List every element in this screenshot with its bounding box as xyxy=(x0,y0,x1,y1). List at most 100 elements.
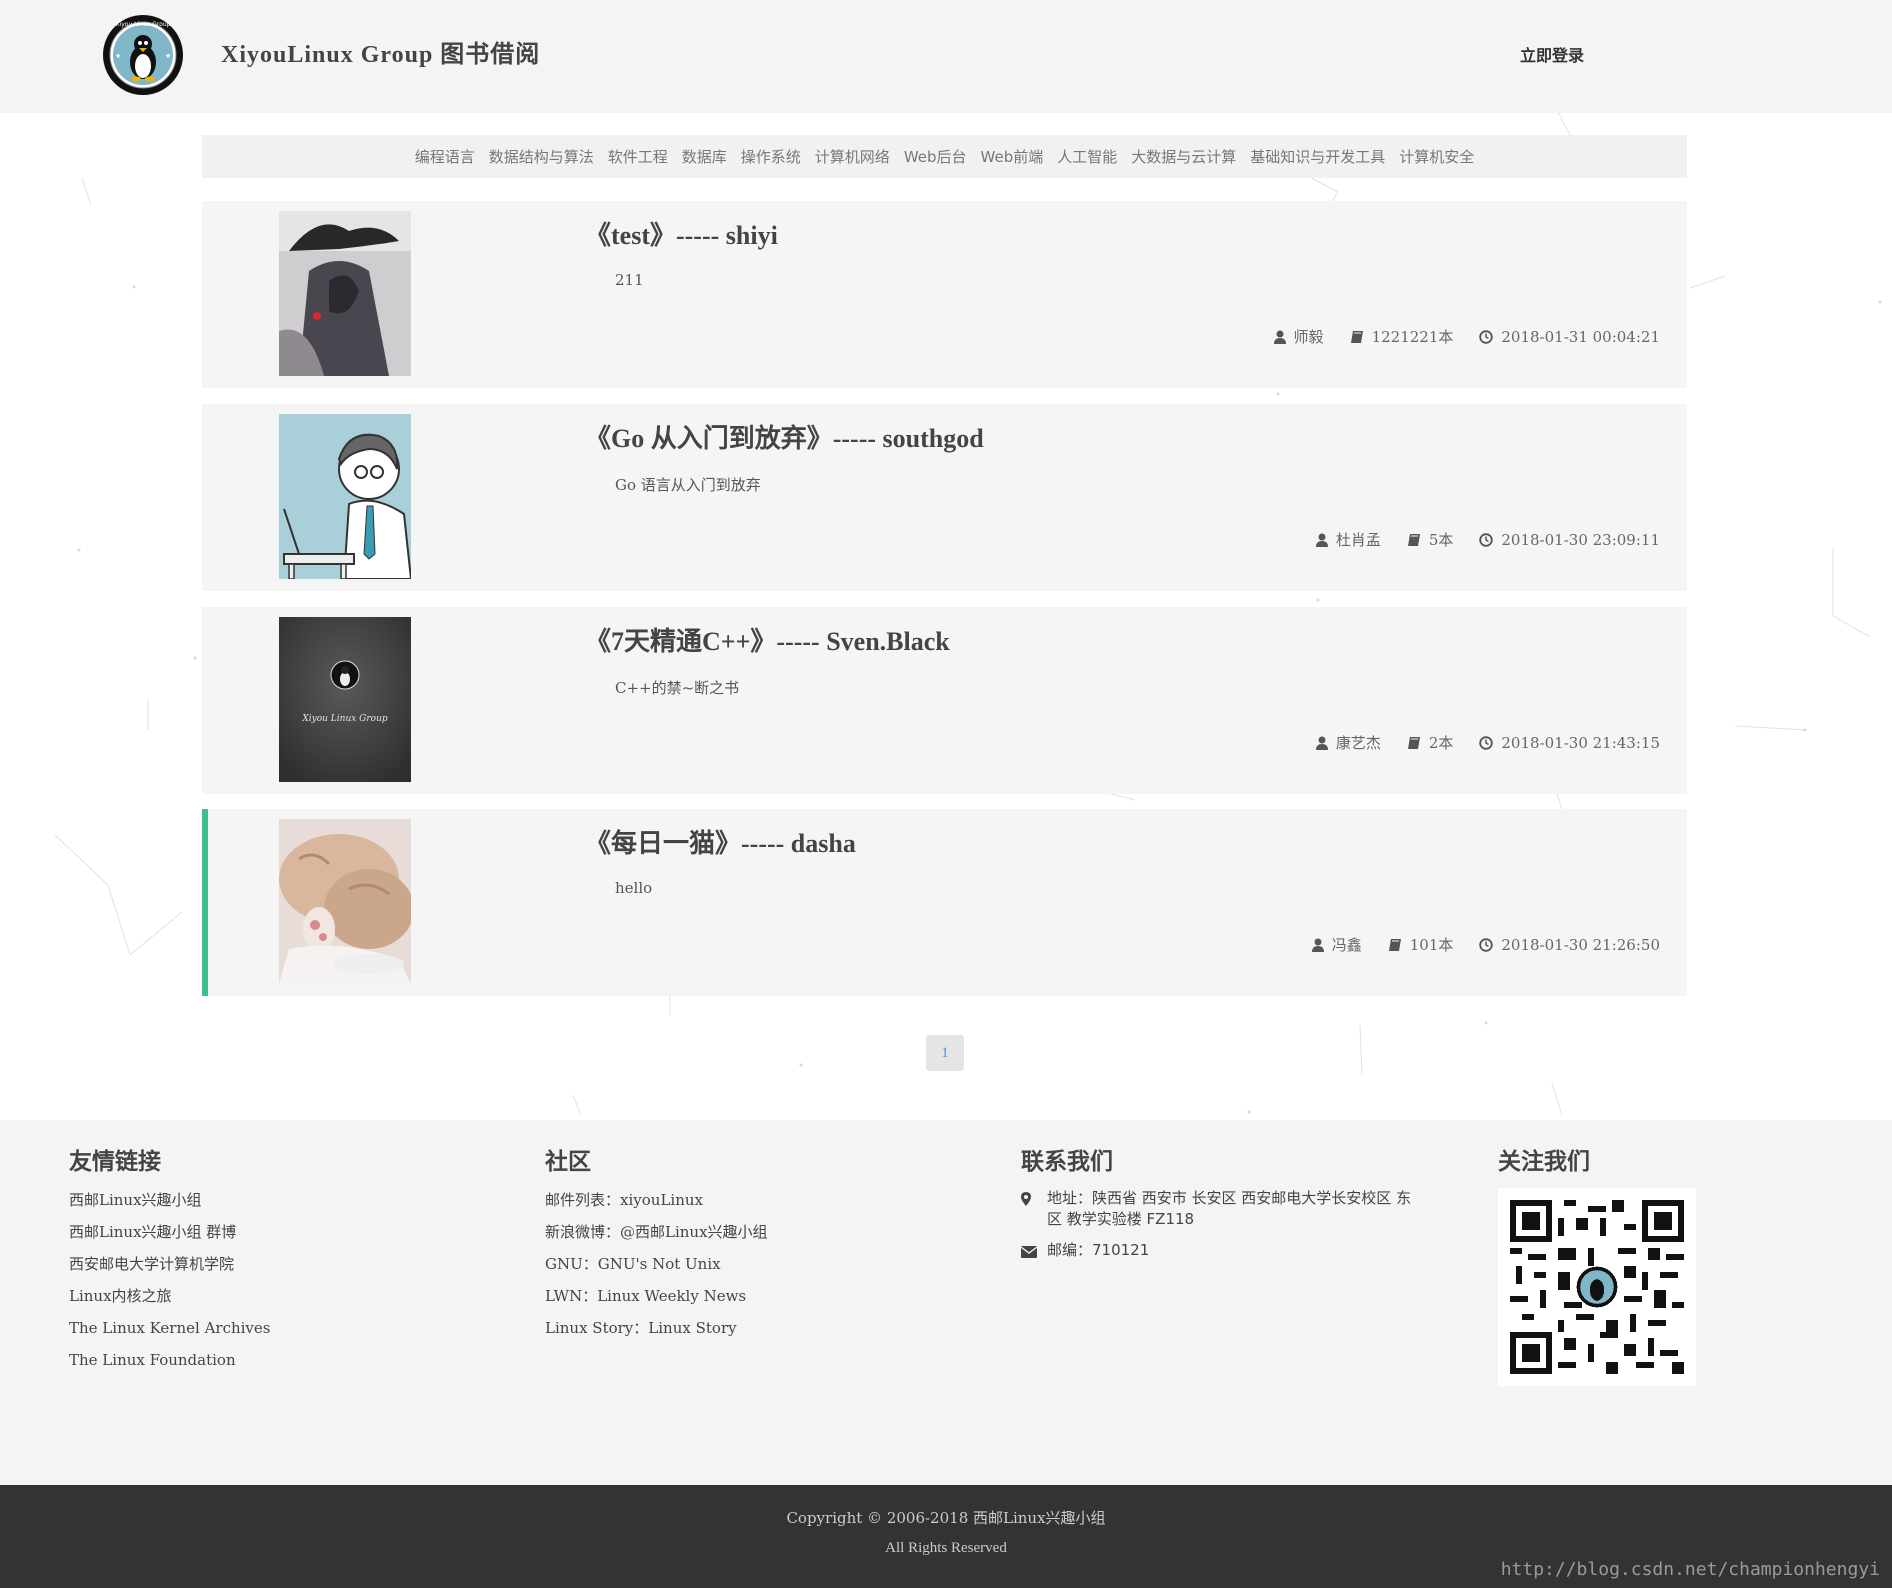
book-title[interactable]: 《Go 从入门到放弃》----- southgod xyxy=(585,418,984,455)
book-cover-image[interactable] xyxy=(279,414,411,579)
book-icon xyxy=(1350,330,1363,343)
contact-address: 地址：陕西省 西安市 长安区 西安邮电大学长安校区 东区 教学实验楼 FZ118 xyxy=(1047,1189,1412,1228)
footer-contact-heading: 联系我们 xyxy=(1021,1149,1113,1175)
category-database[interactable]: 数据库 xyxy=(682,146,727,167)
qr-code xyxy=(1498,1188,1696,1386)
book-icon xyxy=(1407,533,1420,546)
page-1-button[interactable]: 1 xyxy=(926,1035,964,1071)
book-cover-image[interactable] xyxy=(279,211,411,376)
book-time: 2018-01-30 23:09:11 xyxy=(1501,530,1660,549)
community-link[interactable]: Linux Weekly News xyxy=(597,1287,746,1305)
category-programming-languages[interactable]: 编程语言 xyxy=(415,146,475,167)
friend-link[interactable]: Linux内核之旅 xyxy=(69,1284,270,1316)
category-networking[interactable]: 计算机网络 xyxy=(815,146,890,167)
xiyou-linux-logo[interactable]: Xiyou Linux Group ★ ★ xyxy=(102,14,184,96)
footer-follow-heading: 关注我们 xyxy=(1498,1149,1590,1175)
book-meta: 冯鑫 101本 2018-01-30 21:26:50 xyxy=(1311,934,1660,955)
footer-community-heading: 社区 xyxy=(545,1149,591,1175)
copyright-bar: Copyright © 2006-2018 西邮Linux兴趣小组 All Ri… xyxy=(0,1485,1892,1588)
site-title[interactable]: XiyouLinux Group 图书借阅 xyxy=(221,34,540,69)
book-meta: 师毅 1221221本 2018-01-31 00:04:21 xyxy=(1273,326,1660,347)
user-icon xyxy=(1315,533,1328,547)
envelope-icon xyxy=(1020,1240,1047,1264)
category-data-structures[interactable]: 数据结构与算法 xyxy=(489,146,594,167)
category-software-engineering[interactable]: 软件工程 xyxy=(608,146,668,167)
footer-friends-heading: 友情链接 xyxy=(69,1149,161,1175)
community-link[interactable]: @西邮Linux兴趣小组 xyxy=(620,1223,768,1241)
category-fundamentals-tools[interactable]: 基础知识与开发工具 xyxy=(1250,146,1385,167)
site-header: Xiyou Linux Group ★ ★ XiyouLinux Group 图… xyxy=(0,0,1892,113)
book-meta: 康艺杰 2本 2018-01-30 21:43:15 xyxy=(1315,732,1660,753)
rights-text: All Rights Reserved xyxy=(885,1540,1007,1556)
friend-link[interactable]: 西邮Linux兴趣小组 xyxy=(69,1188,270,1220)
community-item: Linux Story：Linux Story xyxy=(545,1319,737,1337)
book-count: 1221221本 xyxy=(1371,328,1454,346)
clock-icon xyxy=(1479,735,1494,750)
category-security[interactable]: 计算机安全 xyxy=(1399,146,1474,167)
category-web-backend[interactable]: Web后台 xyxy=(904,146,967,167)
community-link[interactable]: GNU's Not Unix xyxy=(598,1255,721,1273)
book-card[interactable]: Xiyou Linux Group 《7天精通C++》----- Sven.Bl… xyxy=(202,607,1687,794)
book-count: 101本 xyxy=(1409,936,1454,954)
book-cover-image[interactable]: Xiyou Linux Group xyxy=(279,617,411,782)
user-icon xyxy=(1273,330,1286,344)
category-big-data-cloud[interactable]: 大数据与云计算 xyxy=(1131,146,1236,167)
user-icon xyxy=(1311,938,1324,952)
user-icon xyxy=(1315,736,1328,750)
svg-text:★: ★ xyxy=(165,52,171,60)
login-button[interactable]: 立即登录 xyxy=(1520,42,1584,66)
book-cover-image[interactable] xyxy=(279,819,411,984)
book-count: 2本 xyxy=(1428,734,1454,752)
community-item: 新浪微博：@西邮Linux兴趣小组 xyxy=(545,1223,768,1241)
category-ai[interactable]: 人工智能 xyxy=(1057,146,1117,167)
book-description: hello xyxy=(615,879,653,897)
copyright-text: Copyright © 2006-2018 西邮Linux兴趣小组 xyxy=(786,1509,1106,1527)
community-item: GNU：GNU's Not Unix xyxy=(545,1255,721,1273)
category-operating-systems[interactable]: 操作系统 xyxy=(741,146,801,167)
site-footer: 友情链接 西邮Linux兴趣小组 西邮Linux兴趣小组 群博 西安邮电大学计算… xyxy=(0,1120,1892,1485)
footer-contact: 联系我们 地址：陕西省 西安市 长安区 西安邮电大学长安校区 东区 教学实验楼 … xyxy=(1020,1142,1421,1264)
category-nav: 编程语言 数据结构与算法 软件工程 数据库 操作系统 计算机网络 Web后台 W… xyxy=(202,135,1687,178)
clock-icon xyxy=(1479,532,1494,547)
community-link[interactable]: xiyouLinux xyxy=(620,1191,703,1209)
book-owner: 师毅 xyxy=(1293,328,1324,346)
book-card[interactable]: 《test》----- shiyi 211 师毅 1221221本 2018-0… xyxy=(202,201,1687,388)
book-time: 2018-01-30 21:43:15 xyxy=(1501,733,1660,752)
clock-icon xyxy=(1479,937,1494,952)
book-count: 5本 xyxy=(1428,531,1454,549)
book-title[interactable]: 《每日一猫》----- dasha xyxy=(585,823,856,860)
footer-community: 社区 邮件列表：xiyouLinux 新浪微博：@西邮Linux兴趣小组 GNU… xyxy=(545,1142,768,1348)
svg-text:Xiyou Linux Group: Xiyou Linux Group xyxy=(115,21,170,28)
book-icon xyxy=(1388,938,1401,951)
book-meta: 杜肖孟 5本 2018-01-30 23:09:11 xyxy=(1315,529,1660,550)
footer-friends: 友情链接 西邮Linux兴趣小组 西邮Linux兴趣小组 群博 西安邮电大学计算… xyxy=(69,1142,270,1380)
friend-link[interactable]: 西邮Linux兴趣小组 群博 xyxy=(69,1220,270,1252)
book-card[interactable]: 《每日一猫》----- dasha hello 冯鑫 101本 2018-01-… xyxy=(202,809,1687,996)
map-marker-icon xyxy=(1021,1188,1047,1230)
category-web-frontend[interactable]: Web前端 xyxy=(981,146,1044,167)
book-owner: 杜肖孟 xyxy=(1335,531,1381,549)
book-description: Go 语言从入门到放弃 xyxy=(615,476,761,494)
community-item: 邮件列表：xiyouLinux xyxy=(545,1191,703,1209)
book-description: 211 xyxy=(615,271,644,289)
svg-text:Xiyou Linux Group: Xiyou Linux Group xyxy=(301,714,388,724)
footer-follow: 关注我们 xyxy=(1498,1142,1696,1386)
book-title[interactable]: 《7天精通C++》----- Sven.Black xyxy=(585,621,950,658)
community-link[interactable]: Linux Story xyxy=(648,1319,736,1337)
contact-postcode: 邮编：710121 xyxy=(1047,1241,1150,1259)
book-owner: 康艺杰 xyxy=(1335,734,1381,752)
book-description: C++的禁~断之书 xyxy=(615,679,740,697)
svg-text:★: ★ xyxy=(115,52,121,60)
book-time: 2018-01-31 00:04:21 xyxy=(1501,327,1660,346)
friend-link[interactable]: The Linux Foundation xyxy=(69,1348,270,1380)
book-icon xyxy=(1407,736,1420,749)
watermark-text: http://blog.csdn.net/championhengyi xyxy=(1500,1559,1880,1580)
book-title[interactable]: 《test》----- shiyi xyxy=(585,215,778,252)
book-card[interactable]: 《Go 从入门到放弃》----- southgod Go 语言从入门到放弃 杜肖… xyxy=(202,404,1687,591)
friend-link[interactable]: The Linux Kernel Archives xyxy=(69,1316,270,1348)
clock-icon xyxy=(1479,329,1494,344)
friend-link[interactable]: 西安邮电大学计算机学院 xyxy=(69,1252,270,1284)
book-time: 2018-01-30 21:26:50 xyxy=(1501,935,1660,954)
community-item: LWN：Linux Weekly News xyxy=(545,1287,747,1305)
book-owner: 冯鑫 xyxy=(1331,936,1362,954)
